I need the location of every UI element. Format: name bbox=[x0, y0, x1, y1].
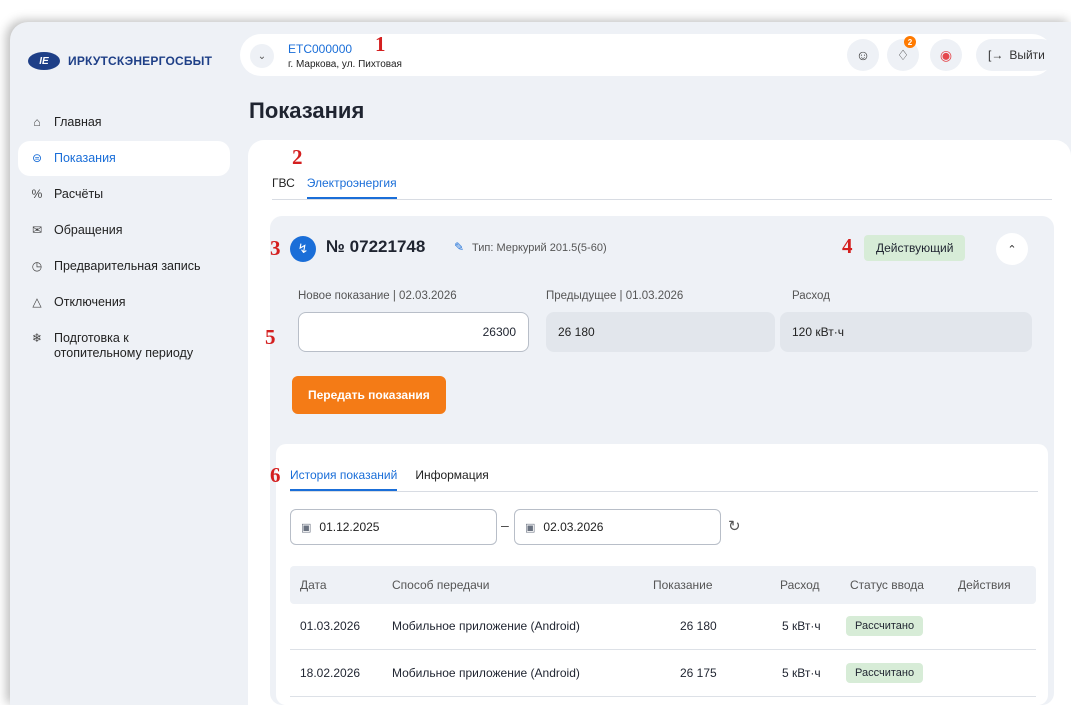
new-reading-label: Новое показание | 02.03.2026 bbox=[298, 290, 457, 302]
reset-icon[interactable]: ↻ bbox=[728, 517, 741, 535]
annotation-marker-4: 4 bbox=[842, 234, 853, 258]
tab-electricity[interactable]: Электроэнергия bbox=[306, 176, 397, 199]
date-from-value: 01.12.2025 bbox=[319, 520, 380, 534]
row-reading: 26 180 bbox=[680, 619, 717, 633]
clock-icon: ◷ bbox=[31, 259, 43, 273]
sidebar-item-label: Расчёты bbox=[54, 187, 104, 201]
app-window: IE ИРКУТСКЭНЕРГОСБЫТ ⌄ ETC000000 г. Марк… bbox=[10, 22, 1071, 705]
sidebar-item-requests[interactable]: ✉ Обращения bbox=[18, 213, 230, 248]
annotation-marker-5: 5 bbox=[265, 325, 276, 349]
sidebar-item-appointment[interactable]: ◷ Предварительная запись bbox=[18, 249, 230, 284]
accessibility-button[interactable]: ◉ bbox=[930, 39, 962, 71]
sidebar-item-home[interactable]: ⌂ Главная bbox=[18, 105, 230, 140]
logo-text: ИРКУТСКЭНЕРГОСБЫТ bbox=[68, 54, 213, 68]
date-to-value: 02.03.2026 bbox=[543, 520, 604, 534]
sidebar-item-payments[interactable]: % Расчёты bbox=[18, 177, 230, 212]
submit-readings-button[interactable]: Передать показания bbox=[292, 376, 446, 414]
account-code: ETC000000 bbox=[288, 42, 353, 56]
table-row[interactable]: 01.03.2026 Мобильное приложение (Android… bbox=[290, 604, 1036, 650]
status-badge: Рассчитано bbox=[846, 663, 924, 683]
consumption-value: 120 кВт·ч bbox=[780, 312, 1032, 352]
history-section: История показаний Информация ▣ 01.12.202… bbox=[276, 444, 1048, 705]
row-method: Мобильное приложение (Android) bbox=[392, 666, 580, 680]
notifications-badge: 2 bbox=[904, 36, 916, 48]
edit-icon[interactable]: ✎ bbox=[454, 240, 464, 254]
logout-label: Выйти bbox=[1009, 48, 1045, 62]
readings-panel: ГВС Электроэнергия ↯ № 07221748 ✎ Тип: М… bbox=[248, 140, 1071, 705]
sidebar-item-heating[interactable]: ❄ Подготовка к отопительному периоду bbox=[18, 321, 230, 371]
meter-card: ↯ № 07221748 ✎ Тип: Меркурий 201.5(5-60)… bbox=[270, 216, 1054, 705]
previous-reading-label: Предыдущее | 01.03.2026 bbox=[546, 290, 684, 302]
date-to-field[interactable]: ▣ 02.03.2026 bbox=[514, 509, 721, 545]
table-row[interactable]: 18.02.2026 Мобильное приложение (Android… bbox=[290, 651, 1036, 697]
meter-number: № 07221748 bbox=[326, 237, 426, 256]
mail-icon: ✉ bbox=[31, 223, 43, 237]
annotation-marker-1: 1 bbox=[375, 32, 386, 56]
row-method: Мобильное приложение (Android) bbox=[392, 619, 580, 633]
sidebar-item-label: Главная bbox=[54, 115, 102, 129]
annotation-marker-2: 2 bbox=[292, 145, 303, 169]
date-range-separator: – bbox=[501, 517, 509, 533]
lightning-icon: ↯ bbox=[290, 236, 316, 262]
bell-icon: ♢ bbox=[896, 46, 910, 63]
row-reading: 26 175 bbox=[680, 666, 717, 680]
status-badge: Рассчитано bbox=[846, 616, 924, 636]
status-badge: Действующий bbox=[864, 235, 966, 261]
eye-icon: ◉ bbox=[939, 46, 953, 63]
sidebar-item-outages[interactable]: △ Отключения bbox=[18, 285, 230, 320]
column-header: Дата bbox=[300, 578, 327, 592]
row-date: 01.03.2026 bbox=[300, 619, 361, 633]
percent-icon: % bbox=[31, 187, 43, 201]
home-icon: ⌂ bbox=[33, 115, 41, 129]
new-reading-input[interactable]: 26300 bbox=[298, 312, 529, 352]
collapse-button[interactable]: ⌃ bbox=[996, 233, 1028, 265]
sidebar-item-readings[interactable]: ⊜ Показания bbox=[18, 141, 230, 176]
notifications-button[interactable]: ♢ 2 bbox=[887, 36, 919, 71]
column-header: Действия bbox=[958, 578, 1011, 592]
service-tabs: ГВС Электроэнергия bbox=[272, 176, 1052, 200]
calendar-icon: ▣ bbox=[525, 521, 536, 534]
previous-reading-value: 26 180 bbox=[546, 312, 775, 352]
column-header: Расход bbox=[780, 578, 820, 592]
tab-history[interactable]: История показаний bbox=[290, 468, 398, 491]
column-header: Показание bbox=[653, 578, 713, 592]
sidebar-item-label: Показания bbox=[54, 151, 116, 165]
annotation-marker-3: 3 bbox=[270, 236, 281, 260]
column-header: Способ передачи bbox=[392, 578, 490, 592]
history-tabs: История показаний Информация bbox=[290, 468, 1038, 492]
tab-information[interactable]: Информация bbox=[415, 468, 488, 491]
sidebar-item-label: Предварительная запись bbox=[54, 259, 201, 273]
sidebar-item-label: Подготовка к отопительному периоду bbox=[54, 331, 194, 360]
sidebar-item-label: Отключения bbox=[54, 295, 126, 309]
row-date: 18.02.2026 bbox=[300, 666, 361, 680]
meter-icon: ⊜ bbox=[31, 151, 43, 165]
tab-hot-water[interactable]: ГВС bbox=[272, 176, 295, 199]
row-consumption: 5 кВт·ч bbox=[782, 666, 821, 680]
chevron-up-icon: ⌃ bbox=[1007, 243, 1017, 256]
chevron-down-icon[interactable]: ⌄ bbox=[250, 44, 274, 68]
logo-mark-icon: IE bbox=[28, 52, 60, 70]
sidebar: ⌂ Главная ⊜ Показания % Расчёты ✉ Обраще… bbox=[18, 105, 230, 372]
page-title: Показания bbox=[249, 98, 365, 123]
warning-icon: △ bbox=[32, 295, 42, 309]
logout-icon: [→ bbox=[988, 48, 1004, 62]
sidebar-item-label: Обращения bbox=[54, 223, 123, 237]
profile-button[interactable]: ☺ bbox=[847, 39, 879, 71]
column-header: Статус ввода bbox=[850, 578, 924, 592]
annotation-marker-6: 6 bbox=[270, 463, 281, 487]
user-icon: ☺ bbox=[855, 47, 871, 63]
table-header: Дата Способ передачи Показание Расход Ст… bbox=[290, 566, 1036, 604]
calendar-icon: ▣ bbox=[301, 521, 312, 534]
account-address: г. Маркова, ул. Пихтовая bbox=[288, 59, 402, 70]
date-from-field[interactable]: ▣ 01.12.2025 bbox=[290, 509, 497, 545]
brand-logo[interactable]: IE ИРКУТСКЭНЕРГОСБЫТ bbox=[28, 52, 212, 70]
consumption-label: Расход bbox=[792, 290, 830, 302]
snowflake-icon: ❄ bbox=[31, 331, 43, 345]
logout-button[interactable]: [→ Выйти bbox=[976, 39, 1057, 71]
meter-type: Тип: Меркурий 201.5(5-60) bbox=[472, 242, 607, 254]
row-consumption: 5 кВт·ч bbox=[782, 619, 821, 633]
